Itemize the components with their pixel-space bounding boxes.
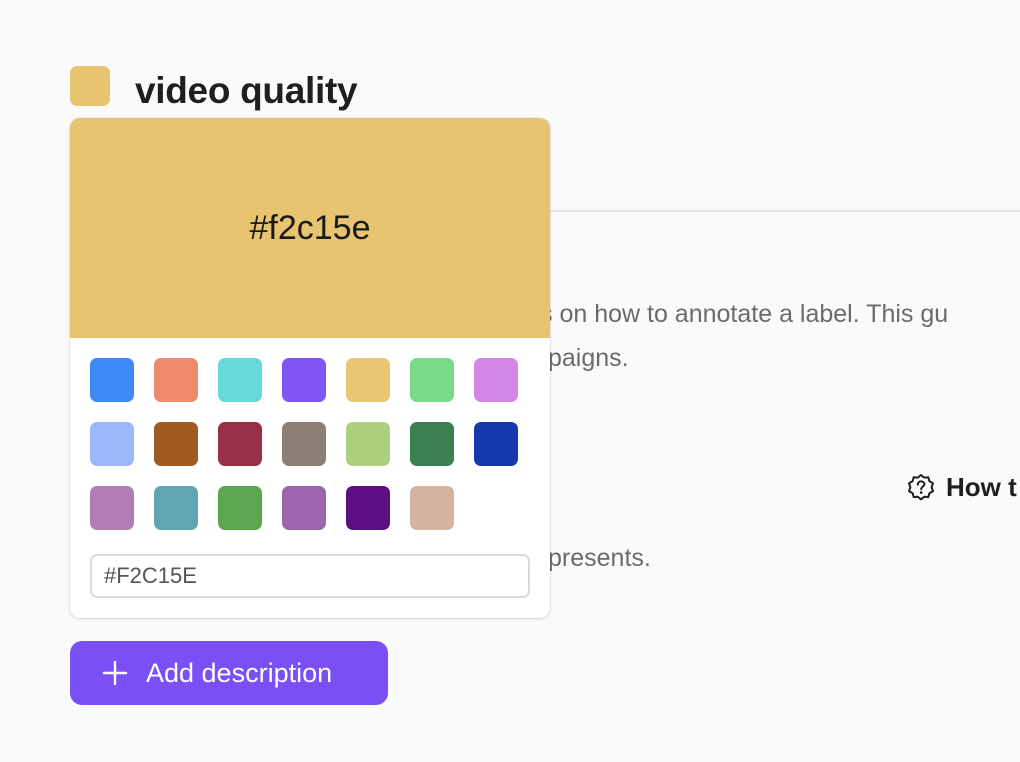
color-preview: #f2c15e: [70, 118, 550, 338]
color-swatch-20[interactable]: [410, 486, 454, 530]
plus-icon: [102, 660, 128, 686]
color-swatch-8[interactable]: [90, 422, 134, 466]
description-text-line-3: presents.: [548, 544, 651, 572]
color-swatch-12[interactable]: [346, 422, 390, 466]
color-swatch-grid: [90, 358, 530, 530]
color-swatch-17[interactable]: [218, 486, 262, 530]
how-to-link[interactable]: How t: [906, 472, 1017, 503]
how-to-link-label: How t: [946, 472, 1017, 502]
label-editor-page: video quality s on how to annotate a lab…: [0, 0, 1020, 762]
color-picker-popover: #f2c15e: [70, 118, 550, 618]
description-text-line-1: s on how to annotate a label. This gu: [540, 300, 949, 328]
color-swatch-5[interactable]: [346, 358, 390, 402]
label-title: video quality: [135, 70, 358, 111]
color-swatch-2[interactable]: [154, 358, 198, 402]
color-swatch-6[interactable]: [410, 358, 454, 402]
description-text-line-2: paigns.: [548, 344, 629, 372]
color-swatch-7[interactable]: [474, 358, 518, 402]
help-badge-icon: [908, 473, 934, 500]
color-swatch-1[interactable]: [90, 358, 134, 402]
color-swatch-16[interactable]: [154, 486, 198, 530]
color-swatch-3[interactable]: [218, 358, 262, 402]
color-swatch-13[interactable]: [410, 422, 454, 466]
section-divider: [548, 210, 1020, 212]
color-swatch-14[interactable]: [474, 422, 518, 466]
color-swatch-11[interactable]: [282, 422, 326, 466]
color-swatch-19[interactable]: [346, 486, 390, 530]
color-preview-hex: #f2c15e: [249, 208, 371, 247]
color-swatch-10[interactable]: [218, 422, 262, 466]
add-description-label: Add description: [146, 657, 333, 688]
hex-color-input[interactable]: [90, 554, 530, 598]
label-color-swatch[interactable]: [70, 66, 110, 106]
color-swatch-4[interactable]: [282, 358, 326, 402]
color-swatch-18[interactable]: [282, 486, 326, 530]
color-swatch-15[interactable]: [90, 486, 134, 530]
color-swatch-9[interactable]: [154, 422, 198, 466]
add-description-button[interactable]: Add description: [70, 641, 388, 705]
